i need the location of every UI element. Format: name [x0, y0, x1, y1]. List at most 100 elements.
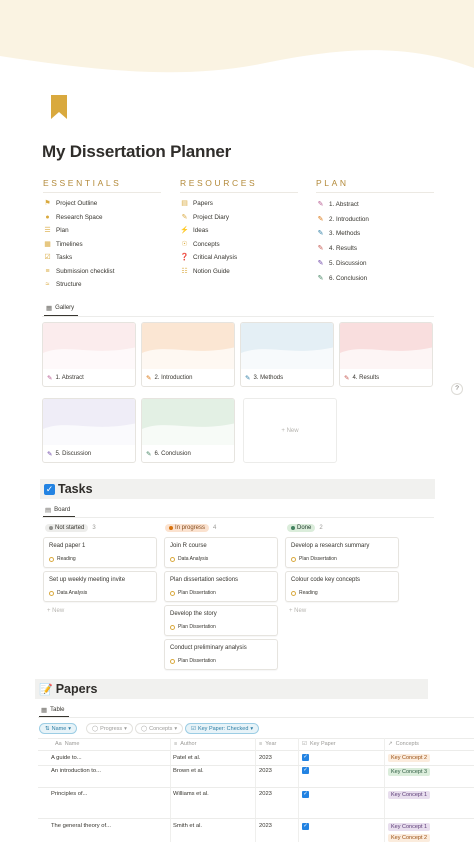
plan-item-methods[interactable]: ✎ 3. Methods — [316, 227, 434, 242]
gallery-card-discussion[interactable]: ✎ 5. Discussion — [42, 398, 136, 463]
table-header-bottom-border — [38, 750, 474, 751]
relation-icon: ↗ — [388, 741, 393, 747]
key-paper-checkbox[interactable]: ✓ — [302, 791, 309, 798]
task-title: Develop the story — [170, 611, 217, 617]
tasks-section-header: ✓ Tasks — [40, 479, 435, 499]
task-card[interactable]: Plan dissertation sections Plan Disserta… — [164, 571, 278, 602]
plan-item-abstract[interactable]: ✎ 1. Abstract — [316, 197, 434, 212]
essentials-item-research-space[interactable]: ● Research Space — [43, 211, 161, 225]
checklist-icon: ≡ — [45, 267, 50, 275]
status-header-not-started[interactable]: Not started 3 — [45, 524, 96, 532]
essentials-item-timelines[interactable]: ▦ Timelines — [43, 238, 161, 252]
essentials-item-plan[interactable]: ☰ Plan — [43, 224, 161, 238]
card-cover — [43, 399, 135, 445]
status-header-done[interactable]: Done 2 — [287, 524, 323, 532]
plan-item-results[interactable]: ✎ 4. Results — [316, 241, 434, 256]
gallery-card-abstract[interactable]: ✎ 1. Abstract — [42, 322, 136, 387]
essentials-item-project-outline[interactable]: ⚑ Project Outline — [43, 197, 161, 211]
task-relation: Plan Dissertation — [291, 556, 337, 562]
task-card[interactable]: Develop a research summary Plan Disserta… — [285, 537, 399, 568]
key-paper-filter[interactable]: ☑ Key Paper: Checked ▾ — [185, 723, 260, 734]
circle-icon — [170, 590, 175, 596]
table-cell-name[interactable]: A guide to... — [51, 755, 82, 761]
gallery-card-results[interactable]: ✎ 4. Results — [339, 322, 433, 387]
text-icon: ≡ — [174, 741, 178, 747]
circle-icon — [291, 556, 296, 562]
table-cell-name[interactable]: Principles of... — [51, 791, 87, 797]
concept-tag: Key Concept 2 — [388, 754, 431, 762]
edit-icon: ✎ — [317, 200, 324, 208]
edit-icon: ✎ — [317, 274, 324, 282]
resources-item-ideas[interactable]: ⚡ Ideas — [180, 224, 298, 238]
column-header-name[interactable]: Aa Name — [55, 741, 79, 747]
tasks-icon: ☑ — [44, 254, 51, 262]
plan-list: ✎ 1. Abstract ✎ 2. Introduction ✎ 3. Method… — [316, 197, 434, 286]
flag-icon: ⚑ — [44, 200, 51, 208]
cover-image — [0, 0, 474, 73]
table-cell-year: 2023 — [259, 791, 272, 797]
task-card[interactable]: Develop the story Plan Dissertation — [164, 605, 278, 636]
column-divider — [255, 738, 256, 842]
task-card[interactable]: Join R course Data Analysis — [164, 537, 278, 568]
card-cover — [142, 323, 234, 369]
edit-icon: ✎ — [47, 375, 53, 382]
concepts-filter[interactable]: ◯ Concepts ▾ — [135, 723, 184, 734]
circle-icon — [49, 556, 54, 562]
essentials-item-tasks[interactable]: ☑ Tasks — [43, 251, 161, 265]
table-cell-name[interactable]: An introduction to... — [51, 768, 101, 774]
progress-filter[interactable]: ◯ Progress ▾ — [86, 723, 133, 734]
column-header-year[interactable]: ≡ Year — [259, 741, 276, 747]
column-header-author[interactable]: ≡ Author — [174, 741, 196, 747]
column-header-concepts[interactable]: ↗ Concepts — [388, 741, 419, 747]
plan-item-discussion[interactable]: ✎ 5. Discussion — [316, 256, 434, 271]
edit-icon: ✎ — [317, 215, 324, 223]
resources-column: RESOURCES ▤ Papers ✎ Project Diary ⚡ Ideas … — [180, 178, 298, 278]
board-view-tab[interactable]: ▤ Board — [45, 506, 70, 514]
edit-icon: ✎ — [146, 451, 152, 458]
row-divider — [38, 787, 474, 788]
resources-item-papers[interactable]: ▤ Papers — [180, 197, 298, 211]
circle-icon — [49, 590, 54, 596]
gallery-view-tab[interactable]: ▦ Gallery — [46, 304, 74, 312]
column-header-key-paper[interactable]: ☑ Key Paper — [302, 741, 336, 747]
resources-item-critical-analysis[interactable]: ❓ Critical Analysis — [180, 251, 298, 265]
resources-item-notion-guide[interactable]: ☷ Notion Guide — [180, 265, 298, 279]
question-icon: ❓ — [180, 254, 189, 262]
row-divider — [38, 818, 474, 819]
table-view-tab[interactable]: ▦ Table — [41, 706, 65, 714]
bookmark-icon — [51, 95, 67, 119]
key-paper-checkbox[interactable]: ✓ — [302, 767, 309, 774]
task-relation: Plan Dissertation — [170, 624, 216, 630]
plan-heading: PLAN — [316, 178, 434, 193]
resources-item-project-diary[interactable]: ✎ Project Diary — [180, 211, 298, 225]
new-task-button[interactable]: + New — [47, 608, 64, 614]
key-paper-checkbox[interactable]: ✓ — [302, 754, 309, 761]
task-card[interactable]: Colour code key concepts Reading — [285, 571, 399, 602]
edit-icon: ✎ — [317, 245, 324, 253]
essentials-item-structure[interactable]: ≈ Structure — [43, 278, 161, 292]
concept-tag: Key Concept 3 — [388, 768, 431, 776]
help-button[interactable]: ? — [451, 383, 463, 395]
status-header-in-progress[interactable]: In progress 4 — [165, 524, 216, 532]
gallery-card-methods[interactable]: ✎ 3. Methods — [240, 322, 334, 387]
card-label: 6. Conclusion — [154, 451, 191, 457]
new-task-button[interactable]: + New — [289, 608, 306, 614]
gallery-card-conclusion[interactable]: ✎ 6. Conclusion — [141, 398, 235, 463]
table-cell-name[interactable]: The general theory of... — [51, 823, 111, 829]
edit-icon: ✎ — [317, 260, 324, 268]
plan-item-introduction[interactable]: ✎ 2. Introduction — [316, 212, 434, 227]
resources-item-concepts[interactable]: ☉ Concepts — [180, 238, 298, 252]
task-card[interactable]: Conduct preliminary analysis Plan Disser… — [164, 639, 278, 670]
gallery-new-card-button[interactable]: + New — [243, 398, 337, 463]
table-cell-author: Williams et al. — [173, 791, 209, 797]
board-divider — [42, 517, 434, 518]
task-card[interactable]: Set up weekly meeting invite Data Analys… — [43, 571, 157, 602]
gallery-card-introduction[interactable]: ✎ 2. Introduction — [141, 322, 235, 387]
table-cell-author: Patel et al. — [173, 755, 201, 761]
essentials-item-submission-checklist[interactable]: ≡ Submission checklist — [43, 265, 161, 279]
key-paper-checkbox[interactable]: ✓ — [302, 823, 309, 830]
sort-name-filter[interactable]: ⇅ Name ▾ — [39, 723, 78, 734]
plan-item-conclusion[interactable]: ✎ 6. Conclusion — [316, 271, 434, 286]
task-card[interactable]: Read paper 1 Reading — [43, 537, 157, 568]
circle-icon — [170, 556, 175, 562]
